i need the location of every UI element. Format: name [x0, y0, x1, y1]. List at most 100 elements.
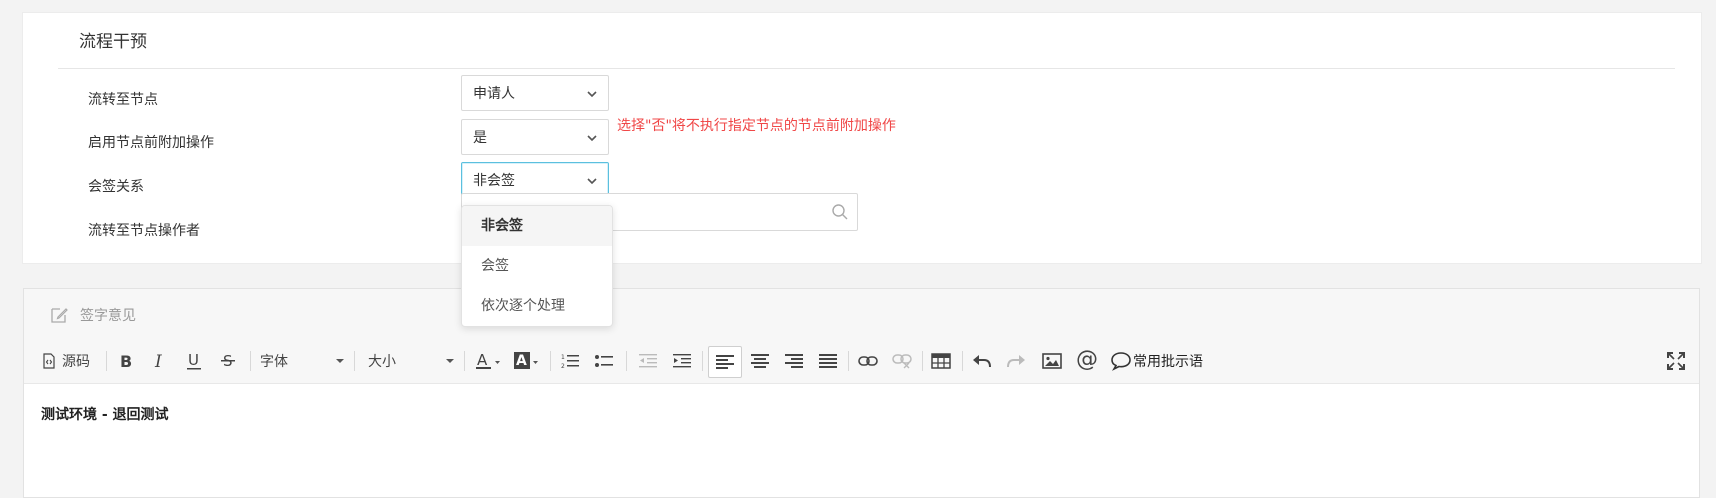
opinion-editor: 签字意见 源码 B I U S 字体 大小 A A 1 2 @ 常用批示语 测试… — [23, 288, 1700, 498]
toolbar-separator — [464, 351, 465, 371]
font-color-button[interactable]: A — [474, 349, 504, 373]
editor-content[interactable]: 测试环境 - 退回测试 — [41, 404, 169, 424]
caret-down-icon — [446, 359, 454, 363]
align-center-icon — [751, 354, 769, 368]
align-justify-icon — [819, 354, 837, 368]
toolbar-separator — [962, 351, 963, 371]
background-color-icon: A — [514, 352, 538, 369]
mention-button[interactable]: @ — [1074, 345, 1100, 373]
strikethrough-button[interactable]: S — [216, 349, 240, 373]
bold-button[interactable]: B — [114, 349, 138, 373]
unlink-icon — [892, 354, 912, 369]
speech-bubble-icon — [1111, 352, 1131, 371]
font-color-icon: A — [476, 352, 500, 369]
target-node-value: 申请人 — [473, 86, 515, 102]
label-target-operator: 流转至节点操作者 — [88, 223, 200, 239]
toolbar-separator — [702, 351, 703, 371]
indent-button[interactable] — [670, 349, 694, 373]
flow-intervention-panel: 流程干预 流转至节点 启用节点前附加操作 会签关系 流转至节点操作者 — [22, 12, 1702, 264]
toolbar-separator — [922, 351, 923, 371]
underline-icon: U — [187, 352, 201, 370]
toolbar-separator — [250, 351, 251, 371]
underline-button[interactable]: U — [182, 349, 206, 373]
font-family-label: 字体 — [260, 354, 288, 370]
outdent-button[interactable] — [636, 349, 660, 373]
dropdown-option[interactable]: 非会签 — [462, 206, 612, 246]
dropdown-option[interactable]: 依次逐个处理 — [462, 286, 612, 326]
toolbar-separator — [106, 351, 107, 371]
chevron-down-icon — [587, 178, 597, 185]
ordered-list-button[interactable]: 12 — [558, 349, 582, 373]
panel-divider — [58, 68, 1675, 69]
source-label: 源码 — [62, 354, 90, 370]
search-icon[interactable] — [831, 203, 849, 221]
ordered-list-icon: 12 — [561, 354, 579, 369]
chevron-down-icon — [587, 135, 597, 142]
target-node-select[interactable]: 申请人 — [461, 75, 609, 111]
align-right-button[interactable] — [782, 349, 806, 373]
toolbar-separator — [626, 351, 627, 371]
unordered-list-icon — [595, 355, 613, 367]
undo-icon — [973, 355, 991, 368]
unordered-list-button[interactable] — [592, 349, 616, 373]
font-size-select[interactable]: 大小 — [368, 349, 454, 373]
svg-text:1: 1 — [561, 354, 565, 361]
svg-text:B: B — [120, 353, 132, 369]
svg-text:U: U — [188, 352, 199, 369]
align-center-button[interactable] — [748, 349, 772, 373]
label-pre-operation: 启用节点前附加操作 — [88, 135, 214, 151]
image-icon — [1042, 353, 1062, 369]
indent-icon — [673, 354, 691, 368]
table-button[interactable] — [928, 349, 954, 373]
italic-button[interactable]: I — [148, 349, 172, 373]
edit-icon — [51, 308, 68, 323]
font-size-label: 大小 — [368, 354, 396, 370]
fullscreen-icon — [1667, 352, 1685, 370]
table-icon — [931, 353, 951, 369]
common-phrases-button[interactable]: 常用批示语 — [1110, 349, 1220, 373]
source-button[interactable]: 源码 — [41, 349, 91, 373]
svg-text:2: 2 — [561, 363, 565, 369]
fullscreen-button[interactable] — [1664, 349, 1688, 373]
countersign-value: 非会签 — [473, 173, 515, 189]
countersign-dropdown: 非会签 会签 依次逐个处理 — [461, 205, 613, 327]
strikethrough-icon: S — [221, 352, 235, 370]
align-right-icon — [785, 354, 803, 368]
pre-operation-hint: 选择"否"将不执行指定节点的节点前附加操作 — [617, 118, 896, 134]
common-phrases-label: 常用批示语 — [1133, 354, 1203, 370]
label-target-node: 流转至节点 — [88, 92, 158, 108]
editor-toolbar: 源码 B I U S 字体 大小 A A 1 2 @ 常用批示语 — [24, 339, 1699, 384]
align-justify-button[interactable] — [816, 349, 840, 373]
svg-text:A: A — [477, 352, 488, 369]
link-button[interactable] — [856, 349, 880, 373]
align-left-icon — [716, 355, 734, 369]
editor-header: 签字意见 — [24, 289, 1699, 340]
panel-title: 流程干预 — [79, 32, 147, 52]
toolbar-separator — [354, 351, 355, 371]
toolbar-separator — [848, 351, 849, 371]
editor-title: 签字意见 — [80, 308, 136, 324]
at-icon: @ — [1076, 346, 1098, 372]
caret-down-icon — [336, 359, 344, 363]
unlink-button[interactable] — [890, 349, 914, 373]
svg-text:I: I — [154, 353, 162, 369]
toolbar-separator — [550, 351, 551, 371]
bold-icon: B — [120, 353, 132, 369]
undo-button[interactable] — [970, 349, 994, 373]
pre-operation-value: 是 — [473, 130, 487, 146]
outdent-icon — [639, 354, 657, 368]
redo-icon — [1007, 355, 1025, 368]
svg-text:A: A — [516, 353, 527, 369]
link-icon — [858, 356, 878, 366]
source-icon — [43, 353, 55, 369]
italic-icon: I — [154, 353, 162, 369]
background-color-button[interactable]: A — [512, 349, 542, 373]
image-button[interactable] — [1040, 349, 1064, 373]
chevron-down-icon — [587, 91, 597, 98]
pre-operation-select[interactable]: 是 — [461, 119, 609, 155]
align-left-button[interactable] — [708, 346, 742, 378]
dropdown-option[interactable]: 会签 — [462, 246, 612, 286]
font-family-select[interactable]: 字体 — [260, 349, 344, 373]
redo-button[interactable] — [1004, 349, 1028, 373]
label-countersign: 会签关系 — [88, 179, 144, 195]
